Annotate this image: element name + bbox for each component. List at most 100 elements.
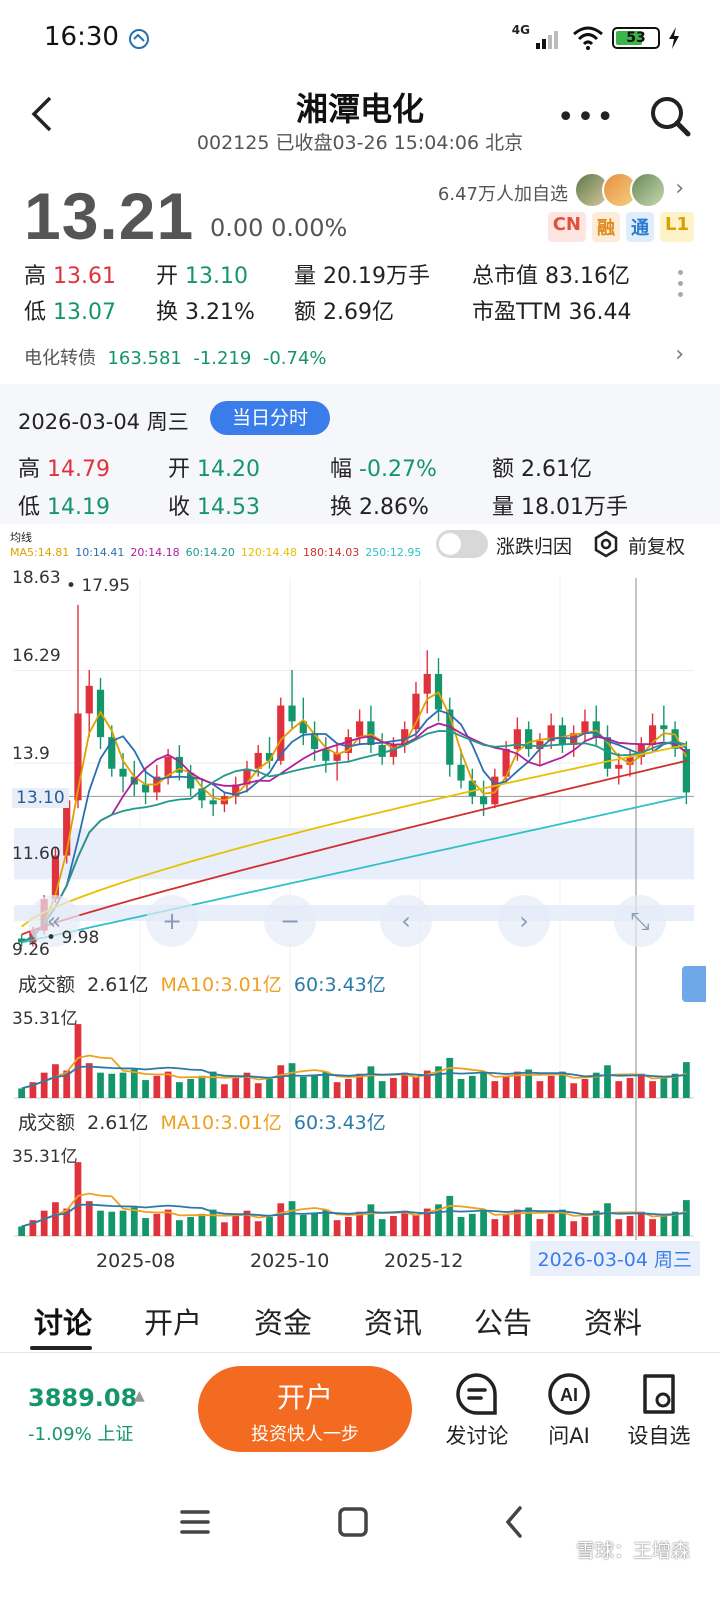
volume-bar bbox=[288, 1063, 296, 1098]
price-axis-label: 11.60 bbox=[12, 844, 61, 864]
price-axis-label: 13.9 bbox=[12, 744, 50, 764]
tab-capital[interactable]: 资金 bbox=[220, 1300, 330, 1352]
volume-bar bbox=[254, 1083, 262, 1098]
volume-bar bbox=[468, 1075, 476, 1098]
ask-ai-label: 问AI bbox=[548, 1424, 590, 1448]
kline-chart[interactable]: «+ − ‹ › ⤡ bbox=[0, 560, 720, 1280]
volume-header: 成交额 2.61亿 MA10:3.01亿 60:3.43亿 bbox=[18, 1112, 386, 1134]
volume-bar bbox=[491, 1219, 499, 1236]
add-watchlist-button[interactable]: 设自选 bbox=[614, 1372, 704, 1450]
stat-amount: 额 2.69亿 bbox=[294, 300, 395, 325]
volume-bar bbox=[446, 1057, 454, 1098]
home-icon[interactable] bbox=[336, 1502, 370, 1542]
more-icon[interactable]: ••• bbox=[557, 100, 616, 135]
watchlist-icon bbox=[643, 1374, 675, 1414]
volume-bar bbox=[232, 1215, 240, 1236]
day-low: 低 14.19 bbox=[18, 495, 110, 520]
volume-bar bbox=[378, 1081, 386, 1098]
network-label: 4G bbox=[511, 23, 530, 37]
volume-bar bbox=[570, 1083, 578, 1098]
ask-ai-button[interactable]: AI 问AI bbox=[524, 1372, 614, 1450]
volume-bar bbox=[604, 1203, 611, 1236]
candle-body bbox=[356, 721, 364, 738]
battery-icon: 53 bbox=[612, 27, 660, 49]
index-change[interactable]: -1.09% 上证 bbox=[28, 1420, 133, 1446]
volume-bar bbox=[626, 1215, 634, 1236]
candle-body bbox=[367, 721, 375, 746]
chevron-right-icon[interactable]: › bbox=[675, 176, 684, 201]
chart-control-icon: › bbox=[519, 907, 529, 935]
selected-day-panel: 2026-03-04 周三 当日分时 高 14.79 开 14.20 幅 -0.… bbox=[0, 384, 720, 524]
chart-control-icon: ‹ bbox=[401, 907, 411, 935]
badge-connect: 通 bbox=[626, 212, 654, 242]
more-stats-icon[interactable] bbox=[678, 270, 684, 303]
status-bar: 16:30 4G 53 bbox=[0, 0, 720, 78]
volume-bar bbox=[412, 1214, 420, 1236]
adjust-icon[interactable] bbox=[592, 530, 620, 558]
day-close: 收 14.53 bbox=[168, 495, 260, 520]
intraday-button[interactable]: 当日分时 bbox=[210, 401, 330, 435]
volume-bar bbox=[682, 1062, 690, 1098]
menu-icon[interactable] bbox=[178, 1502, 212, 1542]
volume-bar bbox=[412, 1076, 420, 1098]
volume-bar bbox=[40, 1072, 48, 1098]
tab-news[interactable]: 资讯 bbox=[330, 1300, 440, 1352]
stat-open: 开 13.10 bbox=[156, 264, 248, 289]
post-discussion-button[interactable]: 发讨论 bbox=[432, 1372, 522, 1450]
volume-bar bbox=[536, 1081, 544, 1098]
volume-bar bbox=[97, 1072, 104, 1098]
candle-body bbox=[513, 729, 521, 749]
volume-bar bbox=[682, 1200, 690, 1236]
volume-bar bbox=[187, 1079, 195, 1098]
volume-bar bbox=[468, 1213, 476, 1236]
convertible-bond-row[interactable]: 电化转债 163.581 -1.219 -0.74% bbox=[24, 344, 327, 370]
tab-announcements[interactable]: 公告 bbox=[440, 1300, 550, 1352]
battery-level: 53 bbox=[626, 30, 646, 46]
attribution-toggle[interactable] bbox=[436, 530, 488, 558]
signal-icon bbox=[536, 31, 558, 49]
volume-bar bbox=[198, 1075, 206, 1098]
min-price-marker: • 9.98 bbox=[46, 928, 100, 948]
volume-bar bbox=[390, 1215, 397, 1236]
candle-body bbox=[141, 784, 150, 793]
convertible-label: 电化转债 bbox=[24, 348, 96, 369]
candle-body bbox=[581, 721, 589, 734]
volume-bar bbox=[615, 1219, 623, 1236]
volume-bar bbox=[502, 1076, 510, 1098]
volume-bar bbox=[547, 1075, 555, 1098]
volume-bar bbox=[130, 1069, 138, 1098]
volume-bar bbox=[40, 1210, 48, 1236]
volume-bar bbox=[108, 1073, 116, 1098]
collapse-tab[interactable] bbox=[682, 966, 706, 1002]
index-value[interactable]: 3889.08 bbox=[28, 1384, 137, 1412]
follower-avatars[interactable] bbox=[574, 172, 666, 208]
badge-l1: L1 bbox=[660, 212, 694, 242]
ma-legend-item: 20:14.18 bbox=[130, 546, 180, 559]
nav-back-icon[interactable] bbox=[498, 1502, 532, 1542]
wifi-icon bbox=[573, 26, 603, 50]
open-account-button[interactable]: 开户 投资快人一步 bbox=[198, 1366, 412, 1452]
candle-body bbox=[615, 764, 623, 769]
tab-discussion[interactable]: 讨论 bbox=[0, 1300, 110, 1352]
volume-bar bbox=[480, 1071, 487, 1098]
ma-legend: 均线 MA5:14.81 10:14.41 20:14.18 60:14.20 120:1… bbox=[10, 530, 430, 560]
header: 湘潭电化 002125 已收盘03-26 15:04:06 北京 ••• bbox=[0, 78, 720, 158]
day-amount: 额 2.61亿 bbox=[492, 457, 593, 482]
day-turnover: 换 2.86% bbox=[330, 495, 429, 520]
date-tick: 2025-08 bbox=[96, 1250, 176, 1272]
day-row: 低 14.19 收 14.53 换 2.86% 量 18.01万手 bbox=[18, 486, 708, 524]
adjust-label[interactable]: 前复权 bbox=[628, 532, 685, 559]
price-axis-label: 16.29 bbox=[12, 646, 61, 666]
ma-legend-item: 10:14.41 bbox=[75, 546, 125, 559]
followers-count[interactable]: 6.47万人加自选 bbox=[438, 180, 568, 206]
active-tab-indicator bbox=[30, 1346, 92, 1350]
tab-profile[interactable]: 资料 bbox=[550, 1300, 660, 1352]
ma-legend-item: 60:14.20 bbox=[185, 546, 235, 559]
volume-bar bbox=[97, 1210, 104, 1236]
search-icon[interactable] bbox=[646, 92, 694, 140]
chevron-right-icon[interactable]: › bbox=[675, 342, 684, 367]
volume-bar bbox=[378, 1219, 386, 1236]
badge-margin: 融 bbox=[592, 212, 620, 242]
day-high: 高 14.79 bbox=[18, 457, 110, 482]
tab-open-account[interactable]: 开户 bbox=[110, 1300, 220, 1352]
